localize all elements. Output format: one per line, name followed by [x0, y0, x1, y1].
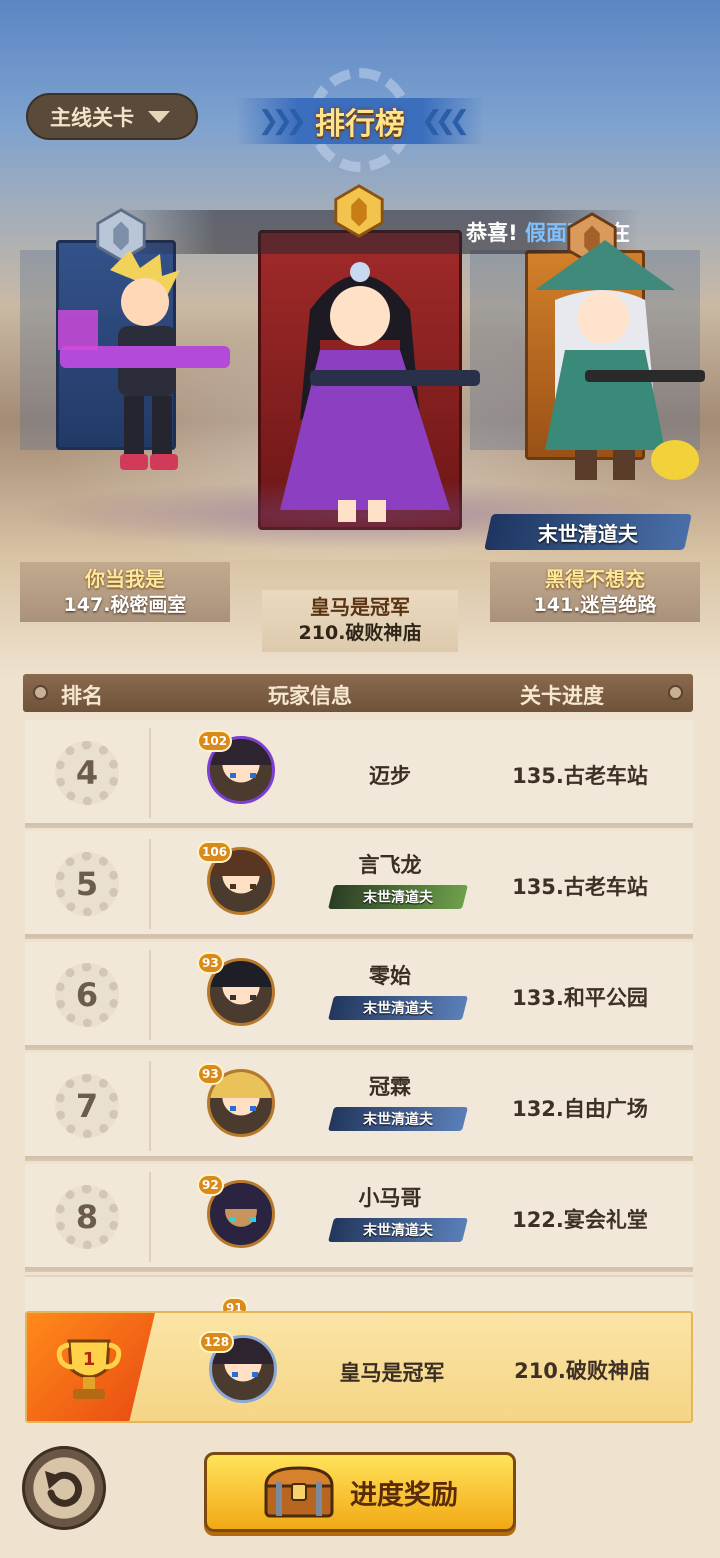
divider [149, 728, 151, 818]
stage-progress: 122.宴会礼堂 [512, 1208, 648, 1232]
second-place-plate: 你当我是 147.秘密画室 [20, 562, 230, 622]
third-place-plate: 黑得不想充 141.迷宫绝路 [490, 562, 700, 622]
my-player-name: 皇马是冠军 [339, 1361, 445, 1385]
progress-reward-label: 进度奖励 [350, 1479, 458, 1511]
table-row-partial[interactable]: 91 [25, 1275, 693, 1319]
rank-gear-icon: 7 [55, 1074, 119, 1138]
header-player-info: 玩家信息 [268, 684, 352, 708]
back-button[interactable] [22, 1446, 106, 1530]
weapon-tag: 末世清道夫 [328, 1107, 468, 1131]
weapon-tag: 末世清道夫 [328, 885, 468, 909]
weapon-tag: 末世清道夫 [328, 1218, 468, 1242]
level-badge: 102 [197, 730, 233, 752]
third-place-weapon-label: 末世清道夫 [538, 521, 638, 546]
rank-number: 6 [75, 976, 99, 1014]
table-row[interactable]: 5 106 言飞龙 末世清道夫 135.古老车站 [25, 831, 693, 937]
chevron-left-decor-icon: ❯❯❯ [257, 106, 307, 136]
divider [149, 1172, 151, 1262]
podium-scene: 主线关卡 ❯❯❯ 排行榜 ❮❮❮ 恭喜! 假面骑士 在 末世清道夫 你当我是 1… [0, 0, 720, 680]
rank-number: 8 [75, 1198, 99, 1236]
stage-progress: 133.和平公园 [512, 986, 648, 1010]
divider [149, 950, 151, 1040]
weapon-label: 末世清道夫 [363, 1001, 433, 1017]
third-place-name: 黑得不想充 [545, 567, 645, 591]
undo-arrow-icon [45, 1471, 82, 1507]
table-row[interactable]: 4 102 迈步 135.古老车站 [25, 720, 693, 826]
bolt-icon [33, 685, 48, 700]
divider [149, 1061, 151, 1151]
player-name: 零始 [369, 964, 411, 988]
player-name: 小马哥 [358, 1186, 422, 1210]
player-name: 冠霖 [369, 1075, 411, 1099]
rank-number: 5 [75, 865, 99, 903]
rank-number: 4 [75, 754, 99, 792]
second-place-name: 你当我是 [85, 567, 165, 591]
table-row[interactable]: 6 93 零始 末世清道夫 133.和平公园 [25, 942, 693, 1048]
player-name: 迈步 [369, 764, 411, 788]
table-row[interactable]: 8 92 小马哥 末世清道夫 122.宴会礼堂 [25, 1164, 693, 1270]
third-place-weapon-tag: 末世清道夫 [484, 514, 692, 550]
progress-reward-button[interactable]: 进度奖励 [204, 1452, 516, 1532]
stage-progress: 132.自由广场 [512, 1097, 648, 1121]
header-rank: 排名 [61, 684, 103, 708]
my-rank-row[interactable]: 1 128 皇马是冠军 210.破败神庙 [25, 1311, 693, 1423]
weapon-label: 末世清道夫 [363, 1223, 433, 1239]
level-badge: 106 [197, 841, 233, 863]
third-place-character[interactable] [495, 240, 715, 500]
title-banner: ❯❯❯ 排行榜 ❮❮❮ [232, 68, 488, 172]
page-title: 排行榜 [315, 107, 405, 142]
weapon-label: 末世清道夫 [363, 1112, 433, 1128]
first-place-name: 皇马是冠军 [310, 595, 410, 619]
gold-rank-emblem-icon [334, 184, 384, 238]
rank-gear-icon: 4 [55, 741, 119, 805]
trophy-icon: 1 [56, 1339, 122, 1399]
chevron-down-icon [148, 110, 170, 123]
treasure-chest-icon [264, 1466, 334, 1518]
stage-progress: 135.古老车站 [512, 875, 648, 899]
first-place-stage: 210.破败神庙 [298, 622, 422, 644]
player-name: 言飞龙 [358, 853, 422, 877]
ranking-table-header: 排名 玩家信息 关卡进度 [23, 674, 693, 712]
weapon-tag: 末世清道夫 [328, 996, 468, 1020]
chevron-right-decor-icon: ❮❮❮ [421, 106, 470, 136]
header-stage-progress: 关卡进度 [520, 684, 604, 708]
rank-gear-icon: 6 [55, 963, 119, 1027]
my-rank-number: 1 [83, 1349, 96, 1370]
mode-dropdown[interactable]: 主线关卡 [26, 93, 198, 140]
stage-progress: 135.古老车站 [512, 764, 648, 788]
level-badge: 93 [197, 952, 224, 974]
bolt-icon [668, 685, 683, 700]
divider [149, 839, 151, 929]
first-place-character[interactable] [250, 250, 480, 540]
weapon-label: 末世清道夫 [363, 890, 433, 906]
my-stage-progress: 210.破败神庙 [514, 1359, 650, 1383]
my-level-badge: 128 [199, 1331, 235, 1353]
rank-gear-icon: 8 [55, 1185, 119, 1249]
level-badge: 92 [197, 1174, 224, 1196]
third-place-stage: 141.迷宫绝路 [533, 594, 657, 616]
first-place-plate: 皇马是冠军 210.破败神庙 [262, 590, 458, 652]
mode-dropdown-label: 主线关卡 [50, 105, 134, 130]
second-place-character[interactable] [40, 250, 240, 490]
second-place-stage: 147.秘密画室 [63, 594, 187, 616]
rank-gear-icon: 5 [55, 852, 119, 916]
rank-number: 7 [75, 1087, 99, 1125]
table-row[interactable]: 7 93 冠霖 末世清道夫 132.自由广场 [25, 1053, 693, 1159]
level-badge: 93 [197, 1063, 224, 1085]
